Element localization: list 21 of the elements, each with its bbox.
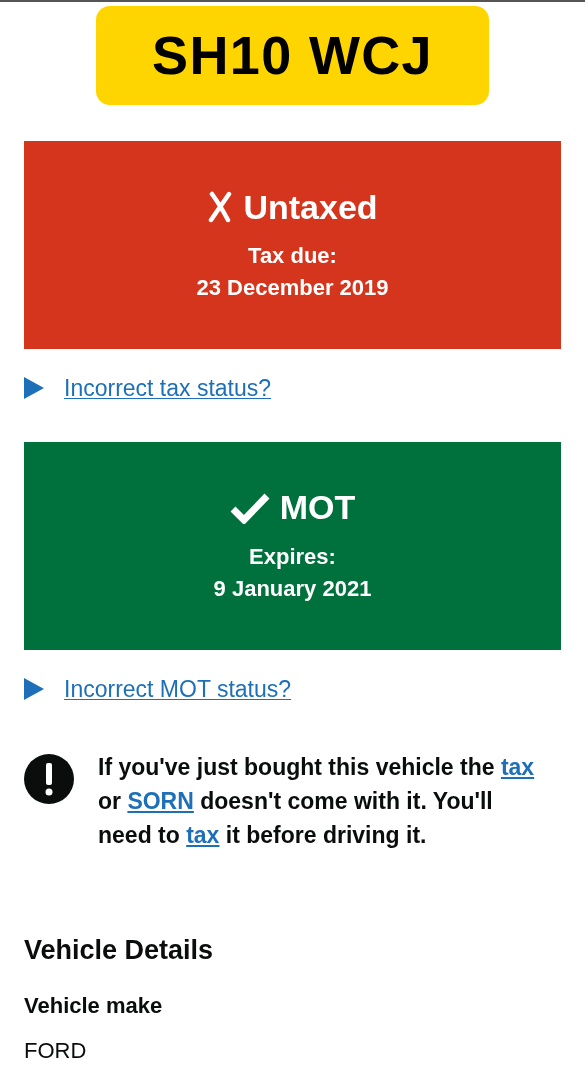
status-label: Tax due: — [248, 242, 337, 271]
status-title: Untaxed — [243, 186, 378, 228]
section-heading: Vehicle Details — [24, 934, 215, 967]
inline-link[interactable]: tax — [186, 822, 220, 848]
triangle-icon[interactable] — [24, 677, 44, 700]
detail-label: Vehicle make — [24, 991, 164, 1020]
triangle-icon[interactable] — [24, 377, 44, 400]
warning-icon — [24, 754, 74, 804]
status-date: 23 December 2019 — [196, 274, 389, 303]
details-link[interactable]: Incorrect MOT status? — [64, 671, 292, 706]
inline-link[interactable]: tax — [500, 754, 535, 780]
number-plate: SH10 WCJ — [96, 6, 489, 105]
status-date: 9 January 2021 — [213, 574, 372, 603]
cross-icon — [207, 191, 234, 223]
status-label: Expires: — [249, 542, 336, 571]
warning-text: If you've just bought this vehicle the tax or SORN doesn't come with it. You'll need to tax it before driving it. — [98, 753, 536, 850]
details-link[interactable]: Incorrect tax status? — [64, 371, 272, 406]
check-icon — [229, 491, 270, 524]
inline-link[interactable]: SORN — [127, 788, 194, 814]
detail-value: FORD — [24, 1036, 88, 1065]
status-title: MOT — [279, 487, 356, 529]
